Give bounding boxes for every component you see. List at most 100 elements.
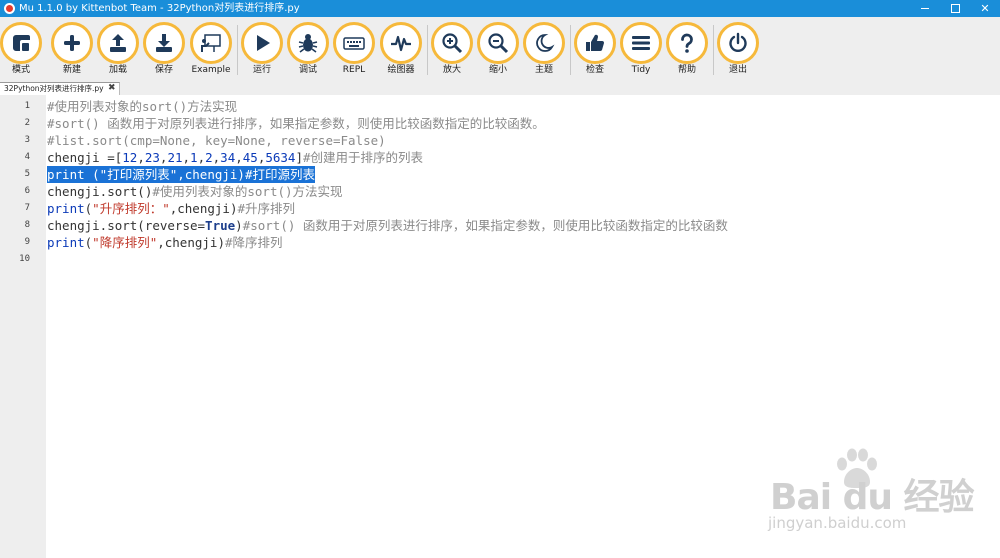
zoom-out-button[interactable]: 缩小 (475, 22, 521, 76)
code-token: #sort() 函数用于对原列表进行排序，如果指定参数，则使用比较函数指定的比较… (47, 116, 545, 131)
code-line[interactable]: #使用列表对象的sort()方法实现 (47, 98, 237, 115)
code-token: #list.sort(cmp=None, key=None, reverse=F… (47, 133, 386, 148)
code-token: , (137, 150, 145, 165)
code-token: "升序排列：" (92, 201, 170, 216)
code-line[interactable]: print("升序排列：",chengji)#升序排列 (47, 200, 295, 217)
help-button[interactable]: 帮助 (664, 22, 710, 76)
zoom-in-icon (442, 33, 463, 54)
zoom-in-button-label: 放大 (442, 65, 461, 75)
code-token: chengji =[ (47, 150, 123, 165)
run-button-label: 运行 (252, 65, 271, 75)
load-button[interactable]: 加载 (95, 22, 141, 76)
tidy-button[interactable]: Tidy (618, 22, 664, 76)
code-token: #使用列表对象的sort()方法实现 (47, 99, 238, 114)
code-token: print ("打印源列表",chengji)#打印源列表 (47, 167, 315, 182)
watermark-brand: Bai du 经验 (770, 477, 975, 518)
plotter-button[interactable]: 绘图器 (378, 22, 424, 76)
mode-button[interactable]: 模式 (0, 22, 44, 76)
line-number: 4 (24, 152, 30, 162)
repl-button[interactable]: REPL (331, 22, 377, 76)
maximize-icon (950, 4, 960, 13)
code-token: ,chengji) (169, 201, 238, 216)
load-button-label: 加载 (108, 65, 127, 75)
code-token: , (235, 150, 243, 165)
code-token: , (197, 150, 206, 165)
toolbar-separator (427, 25, 428, 75)
watermark-url: jingyan.baidu.com (768, 514, 907, 532)
mode-icon (13, 35, 30, 51)
code-line[interactable]: #sort() 函数用于对原列表进行排序，如果指定参数，则使用比较函数指定的比较… (47, 115, 545, 132)
code-token: 1 (190, 150, 198, 165)
tab-file-name: 32Python对列表进行排序.py (4, 84, 104, 93)
bug-icon (298, 34, 318, 53)
title-bar: Mu 1.1.0 by Kittenbot Team - 32Python对列表… (0, 0, 1000, 17)
code-token: 23 (144, 150, 160, 165)
code-token: print (47, 201, 85, 216)
new-button[interactable]: 新建 (49, 22, 95, 76)
example-button[interactable]: Example (188, 22, 234, 76)
line-number: 10 (19, 254, 30, 264)
code-token: 45 (242, 150, 258, 165)
play-icon (257, 35, 270, 51)
code-line[interactable]: chengji.sort(reverse=True)#sort() 函数用于对原… (47, 217, 728, 234)
save-button[interactable]: 保存 (141, 22, 187, 76)
plus-icon (64, 35, 80, 51)
minimize-button[interactable] (910, 0, 940, 17)
quit-button[interactable]: 退出 (715, 22, 761, 76)
code-line[interactable]: print("降序排列",chengji)#降序排列 (47, 234, 283, 251)
line-number: 5 (24, 169, 30, 179)
theme-button[interactable]: 主题 (521, 22, 567, 76)
tab-file[interactable]: 32Python对列表进行排序.py ✖ (0, 82, 120, 95)
toolbar-separator (713, 25, 714, 75)
line-number: 2 (24, 118, 30, 128)
theme-button-label: 主题 (534, 65, 553, 75)
zoom-in-button[interactable]: 放大 (429, 22, 475, 76)
code-line[interactable]: chengji.sort()#使用列表对象的sort()方法实现 (47, 183, 343, 200)
pulse-icon (391, 35, 411, 52)
line-number: 9 (24, 237, 30, 247)
tidy-button-label: Tidy (631, 65, 651, 75)
watermark: Bai du 经验 jingyan.baidu.com (764, 448, 994, 538)
zoom-out-button-label: 缩小 (488, 65, 507, 75)
code-token: ) (235, 218, 243, 233)
close-window-button[interactable]: ✕ (970, 0, 1000, 17)
check-button[interactable]: 检查 (572, 22, 618, 76)
mu-app-icon (4, 3, 15, 14)
toolbar-separator (570, 25, 571, 75)
toolbar-separator (237, 25, 238, 75)
code-line-selected[interactable]: print ("打印源列表",chengji)#打印源列表 (47, 166, 315, 183)
code-token: #sort() 函数用于对原列表进行排序，如果指定参数，则使用比较函数指定的比较… (242, 218, 728, 233)
code-line[interactable]: chengji =[12,23,21,1,2,34,45,5634]#创建用于排… (47, 149, 423, 166)
code-line[interactable]: #list.sort(cmp=None, key=None, reverse=F… (47, 132, 386, 149)
tab-strip: 32Python对列表进行排序.py ✖ (0, 82, 1000, 95)
window-title: Mu 1.1.0 by Kittenbot Team - 32Python对列表… (19, 3, 300, 14)
check-button-label: 检查 (585, 65, 604, 75)
tab-close-icon[interactable]: ✖ (108, 83, 116, 94)
thumbs-up-icon (586, 34, 604, 52)
code-token: 12 (122, 150, 138, 165)
toolbar: 模式 新建 加载 保存 Example 运行 调试 REPL 绘图器 放大 缩小… (0, 17, 1000, 82)
code-token: 2 (205, 150, 213, 165)
code-token: 21 (167, 150, 183, 165)
help-button-label: 帮助 (677, 65, 696, 75)
code-token: ] (295, 150, 303, 165)
new-button-label: 新建 (62, 65, 81, 75)
code-token: print (47, 235, 85, 250)
code-token: 34 (220, 150, 236, 165)
code-token: chengji.sort() (47, 184, 153, 199)
code-token: , (182, 150, 191, 165)
code-token: chengji.sort(reverse= (47, 218, 206, 233)
code-token: #创建用于排序的列表 (303, 150, 424, 165)
debug-button[interactable]: 调试 (285, 22, 331, 76)
save-button-label: 保存 (154, 65, 173, 75)
run-button[interactable]: 运行 (239, 22, 285, 76)
code-token: "降序排列" (92, 235, 158, 250)
zoom-out-icon (488, 33, 509, 54)
maximize-button[interactable] (940, 0, 970, 17)
quit-button-label: 退出 (728, 65, 747, 75)
code-token: 5634 (265, 150, 296, 165)
presentation-icon (201, 34, 221, 52)
example-button-label: Example (191, 65, 231, 75)
download-icon (156, 34, 172, 52)
code-token: #降序排列 (224, 235, 283, 250)
